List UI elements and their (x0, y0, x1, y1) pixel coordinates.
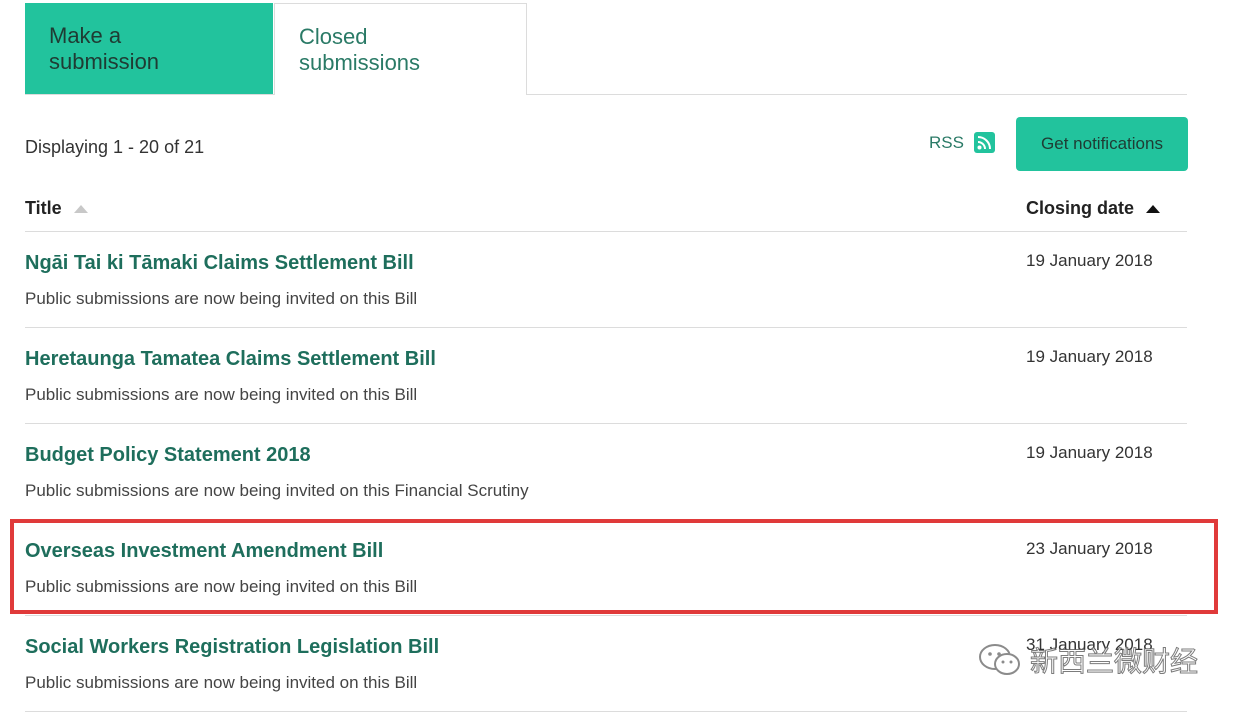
submission-description: Public submissions are now being invited… (25, 673, 418, 692)
submission-description: Public submissions are now being invited… (25, 385, 418, 404)
submission-title-link[interactable]: Overseas Investment Amendment Bill (25, 540, 383, 563)
sort-by-closing-date[interactable]: Closing date (1026, 198, 1161, 219)
submission-tabs: Make a submission Closed submissions (25, 3, 1187, 95)
submission-title-link[interactable]: Budget Policy Statement 2018 (25, 444, 311, 467)
column-date-label: Closing date (1026, 198, 1135, 218)
sort-ascending-active-icon (1146, 204, 1161, 213)
table-row: Overseas Investment Amendment Bill Publi… (25, 520, 1187, 616)
tab-make-submission[interactable]: Make a submission (25, 3, 273, 94)
tab-closed-submissions[interactable]: Closed submissions (274, 3, 527, 95)
results-count: Displaying 1 - 20 of 21 (25, 137, 205, 157)
tab-make-submission-label: Make a submission (49, 23, 160, 74)
submission-title-link[interactable]: Heretaunga Tamatea Claims Settlement Bil… (25, 348, 436, 371)
rss-icon (973, 132, 995, 153)
table-row: Ngāi Tai ki Tāmaki Claims Settlement Bil… (25, 232, 1187, 328)
sort-ascending-icon (73, 204, 88, 213)
submission-title-link[interactable]: Ngāi Tai ki Tāmaki Claims Settlement Bil… (25, 252, 414, 275)
watermark-text: 新西兰微财经 (1029, 645, 1199, 679)
get-notifications-button[interactable]: Get notifications (1016, 117, 1188, 171)
sort-by-title[interactable]: Title (25, 198, 88, 219)
closing-date: 19 January 2018 (1026, 443, 1153, 462)
closing-date: 19 January 2018 (1026, 251, 1153, 270)
table-row: Heretaunga Tamatea Claims Settlement Bil… (25, 328, 1187, 424)
closing-date: 19 January 2018 (1026, 347, 1153, 366)
submission-description: Public submissions are now being invited… (25, 481, 529, 500)
submission-description: Public submissions are now being invited… (25, 289, 418, 308)
rss-link[interactable]: RSS (929, 132, 995, 153)
submission-description: Public submissions are now being invited… (25, 577, 418, 596)
column-title-label: Title (25, 198, 62, 218)
rss-label: RSS (929, 132, 964, 152)
closing-date: 23 January 2018 (1026, 539, 1153, 558)
table-row: Budget Policy Statement 2018 Public subm… (25, 424, 1187, 520)
table-header: Title Closing date (25, 193, 1187, 232)
tab-closed-submissions-label: Closed submissions (299, 24, 421, 75)
wechat-icon (979, 644, 1020, 675)
wechat-watermark: 新西兰微财经 (978, 640, 1199, 680)
submission-title-link[interactable]: Social Workers Registration Legislation … (25, 636, 439, 659)
